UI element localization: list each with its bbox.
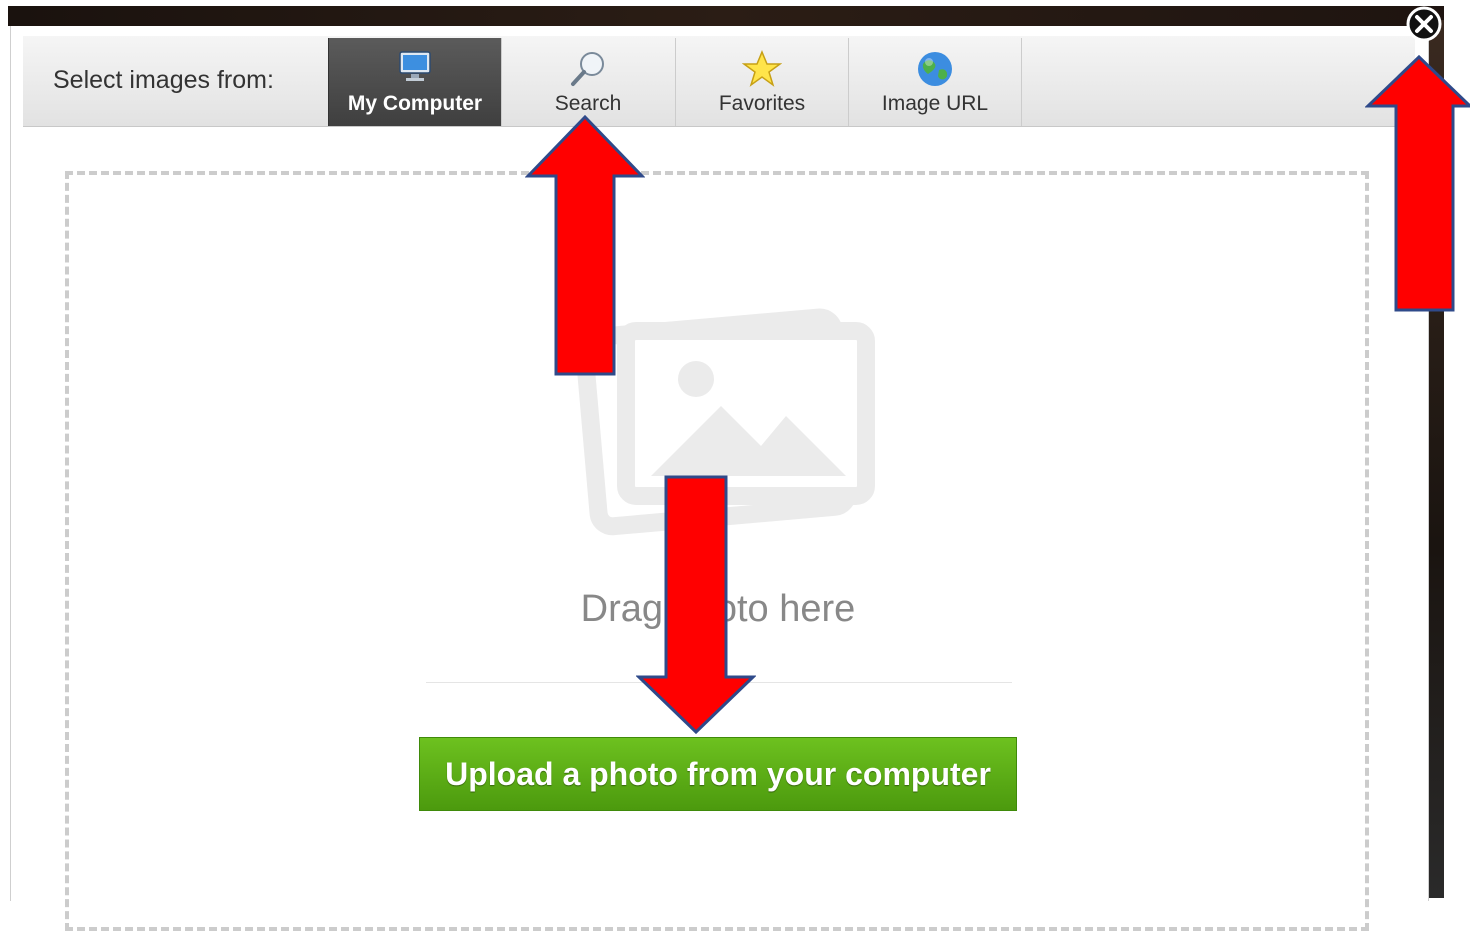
star-icon [741,50,783,94]
upload-photo-button[interactable]: Upload a photo from your computer [419,737,1017,811]
tab-image-url[interactable]: Image URL [848,38,1022,126]
annotation-arrow-down-upload [636,475,756,735]
monitor-icon [397,50,433,90]
source-tab-bar: Select images from: My Computer Search F… [23,36,1415,127]
tab-label: My Computer [347,92,483,115]
magnifier-icon [568,50,608,94]
tab-search[interactable]: Search [501,38,674,126]
globe-icon [915,50,955,94]
tab-label: Search [554,92,622,115]
window-top-strip [8,6,1444,26]
image-picker-dialog: Select images from: My Computer Search F… [10,26,1429,931]
close-icon[interactable] [1405,5,1443,43]
annotation-arrow-up-search [525,114,645,376]
tab-label: Image URL [881,92,989,115]
annotation-arrow-up-close [1365,54,1470,312]
tab-my-computer[interactable]: My Computer [328,38,501,126]
select-images-label: Select images from: [53,66,274,94]
tab-label: Favorites [718,92,806,115]
tab-favorites[interactable]: Favorites [675,38,848,126]
